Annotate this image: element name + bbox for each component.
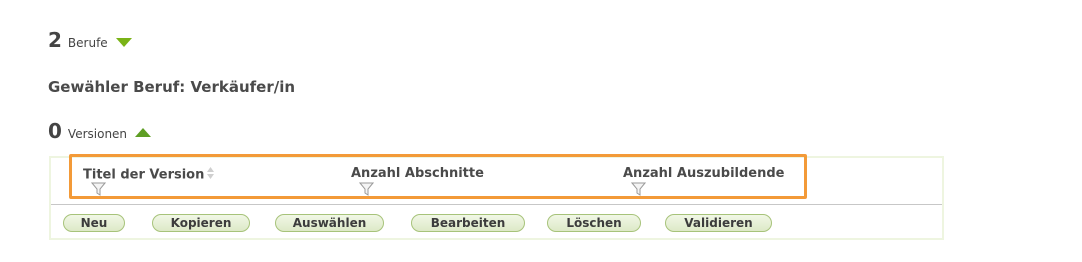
versions-table-panel: Titel der Version Anzahl Abschnitte Anza… [49, 154, 944, 240]
filter-icon[interactable] [630, 182, 647, 197]
chevron-up-icon[interactable] [134, 124, 152, 137]
column-header-auszubildende[interactable]: Anzahl Auszubildende [623, 166, 784, 181]
edit-button[interactable]: Bearbeiten [411, 214, 525, 232]
filter-icon[interactable] [358, 182, 375, 197]
column-header-abschnitte[interactable]: Anzahl Abschnitte [351, 166, 484, 181]
column-auszubildende-label: Anzahl Auszubildende [623, 166, 785, 181]
column-title-label: Titel der Version [83, 167, 205, 183]
versionen-count: 0 [48, 119, 62, 143]
new-button[interactable]: Neu [63, 214, 125, 232]
select-button[interactable]: Auswählen [275, 214, 384, 232]
berufe-count: 2 [48, 28, 62, 52]
sort-icon[interactable] [206, 166, 215, 184]
berufe-label: Berufe [67, 36, 108, 50]
berufe-count-line: 2 Berufe [48, 28, 133, 52]
filter-icon[interactable] [90, 182, 107, 197]
versionen-label: Versionen [67, 127, 128, 141]
copy-button[interactable]: Kopieren [152, 214, 250, 232]
versionen-count-line: 0 Versionen [48, 119, 152, 143]
table-header-row: Titel der Version Anzahl Abschnitte Anza… [51, 154, 942, 205]
delete-button[interactable]: Löschen [547, 214, 641, 232]
column-abschnitte-label: Anzahl Abschnitte [351, 166, 484, 181]
chevron-down-icon[interactable] [115, 33, 133, 47]
action-button-row: Neu Kopieren Auswählen Bearbeiten Lösche… [51, 214, 942, 236]
selected-beruf-heading: Gewähler Beruf: Verkäufer/in [48, 78, 296, 96]
validate-button[interactable]: Validieren [665, 214, 772, 232]
